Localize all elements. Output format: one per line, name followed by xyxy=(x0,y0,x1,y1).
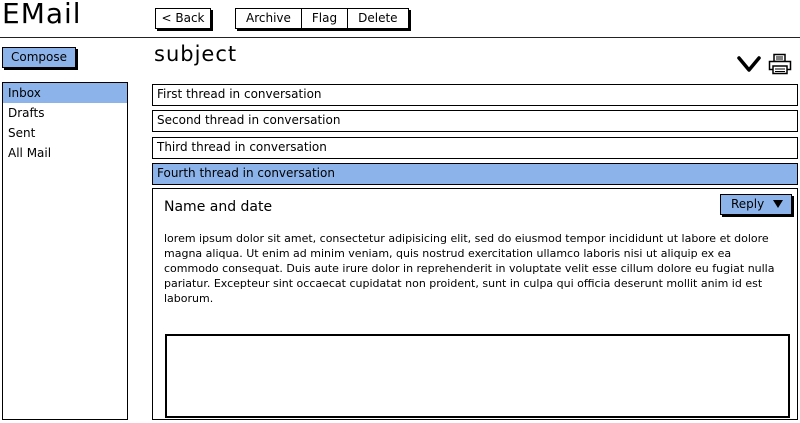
thread-item-fourth[interactable]: Fourth thread in conversation xyxy=(152,163,798,185)
back-button[interactable]: < Back xyxy=(155,8,211,29)
compose-button[interactable]: Compose xyxy=(2,47,76,68)
flag-button[interactable]: Flag xyxy=(300,9,347,28)
printer-icon[interactable] xyxy=(768,53,792,75)
reply-textarea[interactable] xyxy=(165,334,790,418)
delete-button[interactable]: Delete xyxy=(347,9,407,28)
email-app: EMail < Back Archive Flag Delete Compose… xyxy=(0,0,800,423)
thread-item-second[interactable]: Second thread in conversation xyxy=(152,110,798,132)
reply-button-label: Reply xyxy=(731,197,765,211)
sidebar-item-all-mail[interactable]: All Mail xyxy=(3,143,127,163)
message-panel: Name and date Reply lorem ipsum dolor si… xyxy=(152,188,798,420)
message-actions-toolbar: Archive Flag Delete xyxy=(235,8,409,29)
folder-sidebar: Inbox Drafts Sent All Mail xyxy=(2,82,128,420)
archive-button[interactable]: Archive xyxy=(236,9,301,28)
header-divider xyxy=(0,37,800,38)
app-title: EMail xyxy=(2,0,82,30)
thread-item-first[interactable]: First thread in conversation xyxy=(152,84,798,106)
conversation-subject: subject xyxy=(154,42,238,66)
sidebar-item-sent[interactable]: Sent xyxy=(3,123,127,143)
chevron-down-icon[interactable] xyxy=(737,55,761,73)
message-body: lorem ipsum dolor sit amet, consectetur … xyxy=(164,232,775,305)
caret-down-icon[interactable] xyxy=(773,200,783,208)
thread-item-third[interactable]: Third thread in conversation xyxy=(152,137,798,159)
sidebar-item-drafts[interactable]: Drafts xyxy=(3,103,127,123)
reply-button[interactable]: Reply xyxy=(720,194,792,215)
sidebar-item-inbox[interactable]: Inbox xyxy=(3,83,127,103)
message-sender-date: Name and date xyxy=(164,199,273,215)
